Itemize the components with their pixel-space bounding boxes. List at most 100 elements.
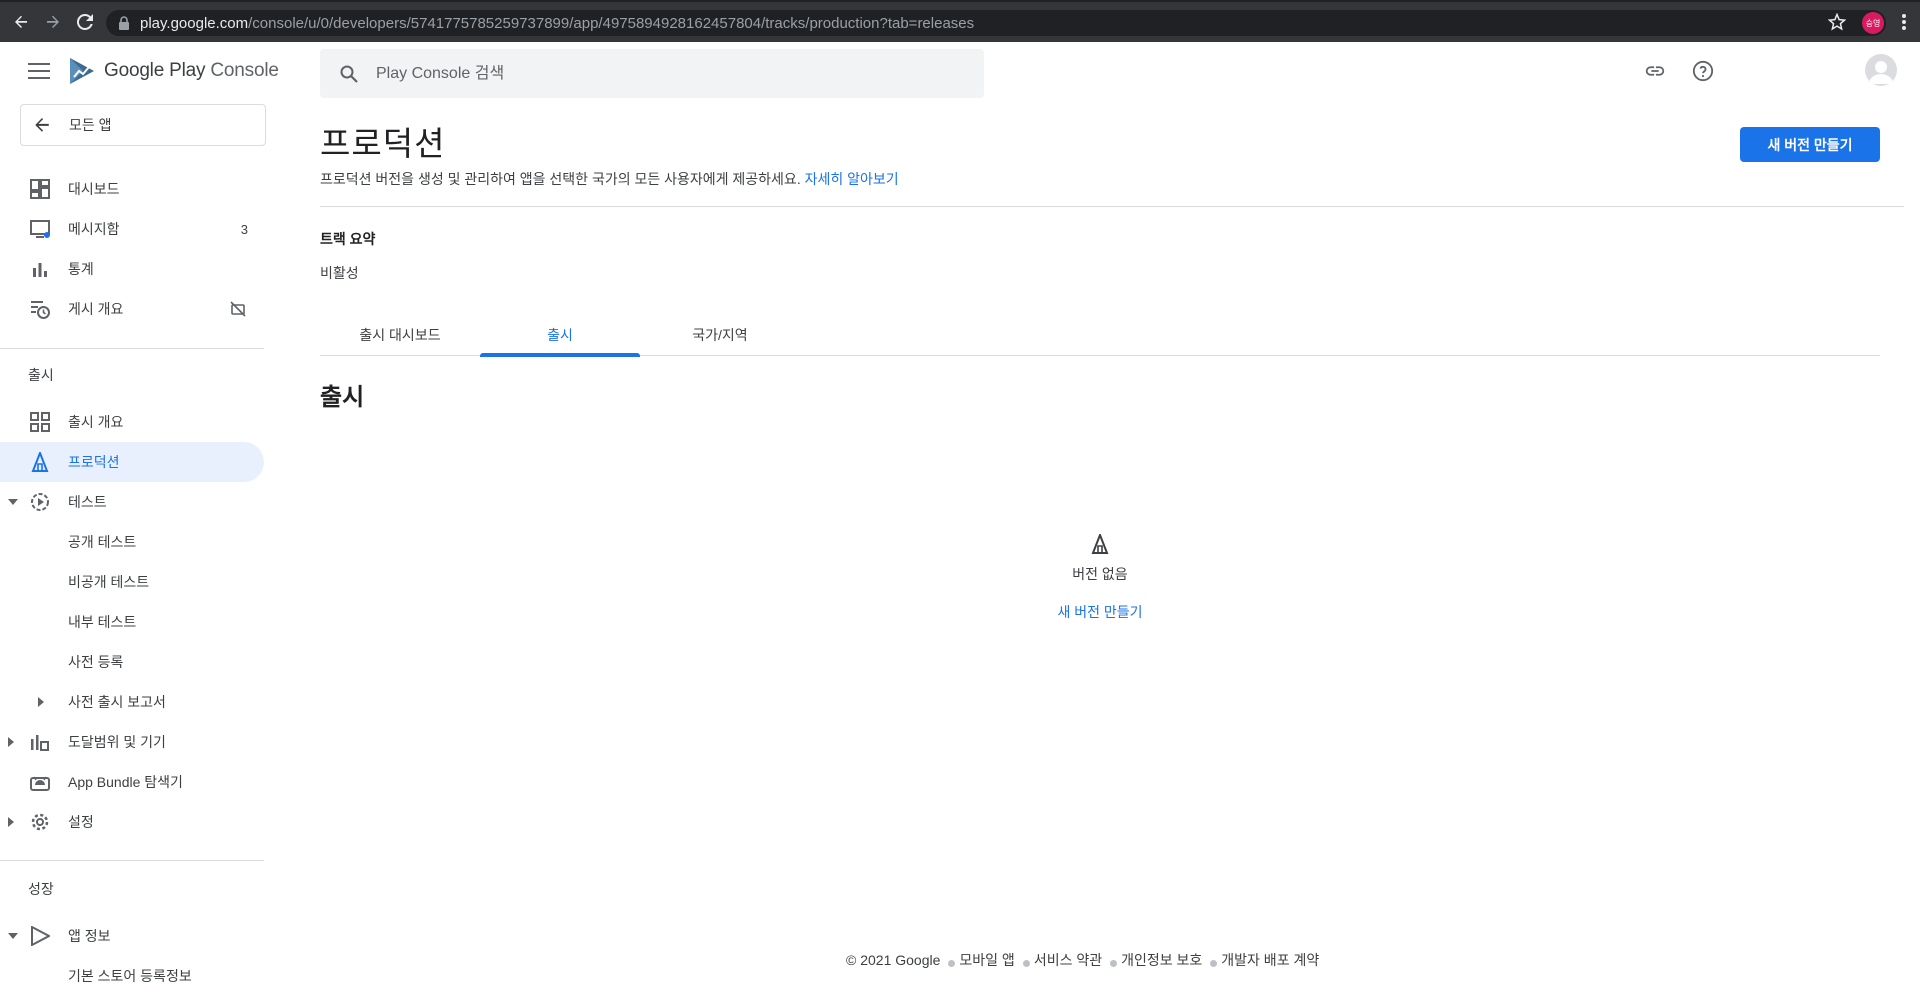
inbox-icon: [30, 220, 50, 238]
track-status: 비활성: [320, 265, 359, 281]
production-icon: [31, 452, 49, 472]
search-icon: [340, 65, 358, 83]
testing-icon: [31, 493, 49, 511]
dashboard-icon: [30, 179, 50, 199]
page-description-text: 프로덕션 버전을 생성 및 관리하여 앱을 선택한 국가의 모든 사용자에게 제…: [320, 171, 801, 187]
expand-caret-icon[interactable]: [8, 817, 14, 827]
lock-icon: [119, 16, 129, 30]
forward-icon[interactable]: [42, 11, 64, 33]
sidebar-item-label: 내부 테스트: [68, 614, 137, 630]
footer-link-distribution-agreement[interactable]: 개발자 배포 계약: [1221, 950, 1319, 970]
sidebar-item-production[interactable]: 프로덕션: [0, 442, 264, 482]
sidebar-item-closed-testing[interactable]: 비공개 테스트: [0, 562, 264, 602]
publishing-overview-icon: [31, 301, 50, 319]
sidebar-item-label: 테스트: [68, 494, 107, 510]
sidebar-item-open-testing[interactable]: 공개 테스트: [0, 522, 264, 562]
browser-menu-icon[interactable]: [1902, 14, 1906, 30]
sidebar-item-label: 통계: [68, 261, 94, 277]
tab-release-dashboard[interactable]: 출시 대시보드: [320, 314, 480, 356]
learn-more-link[interactable]: 자세히 알아보기: [805, 171, 899, 187]
account-avatar[interactable]: [1865, 54, 1897, 86]
sidebar-item-internal-testing[interactable]: 내부 테스트: [0, 602, 264, 642]
sidebar-section-growth: 성장: [28, 881, 54, 897]
sidebar-item-settings[interactable]: 설정: [0, 802, 264, 842]
sidebar-divider: [0, 348, 264, 349]
sidebar-item-label: 사전 등록: [68, 654, 124, 670]
all-apps-label: 모든 앱: [69, 117, 112, 133]
sidebar-divider: [0, 860, 264, 861]
expand-caret-icon[interactable]: [8, 737, 14, 747]
managed-publishing-off-icon: [230, 301, 246, 317]
all-apps-button[interactable]: 모든 앱: [20, 104, 266, 146]
expand-caret-icon[interactable]: [8, 499, 18, 505]
gear-icon: [31, 813, 49, 831]
header-divider: [320, 206, 1904, 207]
sidebar-item-label: 대시보드: [68, 181, 120, 197]
sidebar-item-label: 출시 개요: [68, 414, 124, 430]
play-console-logo-icon: [70, 58, 94, 84]
track-summary-title: 트랙 요약: [320, 231, 376, 247]
logo-console-text: Console: [210, 60, 279, 81]
sidebar-item-label: 메시지함: [68, 221, 120, 237]
page-title: 프로덕션: [320, 125, 446, 162]
link-icon[interactable]: [1644, 60, 1666, 82]
url-text: play.google.com/console/u/0/developers/5…: [140, 14, 975, 32]
sidebar-item-reach-devices[interactable]: 도달범위 및 기기: [0, 722, 264, 762]
sidebar-item-app-info[interactable]: 앱 정보: [0, 916, 264, 956]
bar-chart-icon: [33, 263, 47, 277]
sidebar-item-dashboard[interactable]: 대시보드: [0, 169, 264, 209]
page-description: 프로덕션 버전을 생성 및 관리하여 앱을 선택한 국가의 모든 사용자에게 제…: [320, 169, 899, 189]
sidebar-item-label: App Bundle 탐색기: [68, 774, 183, 790]
sidebar-item-label: 사전 출시 보고서: [68, 694, 166, 710]
sidebar-item-app-bundle-explorer[interactable]: App Bundle 탐색기: [0, 762, 264, 802]
sidebar-item-label: 설정: [68, 814, 94, 830]
arrow-back-icon: [35, 118, 49, 132]
footer-separator: [948, 959, 956, 967]
sidebar-item-label: 비공개 테스트: [68, 574, 150, 590]
expand-caret-icon[interactable]: [8, 933, 18, 939]
play-console-logo[interactable]: Google Play Console: [68, 56, 279, 86]
sidebar-item-testing[interactable]: 테스트: [0, 482, 264, 522]
sidebar-item-label: 공개 테스트: [68, 534, 137, 550]
play-store-icon: [31, 926, 50, 946]
sidebar-item-pre-launch-report[interactable]: 사전 출시 보고서: [0, 682, 264, 722]
footer-link-privacy[interactable]: 개인정보 보호: [1121, 950, 1202, 970]
tab-releases[interactable]: 출시: [480, 314, 640, 357]
sidebar-item-label: 프로덕션: [68, 454, 120, 470]
footer-link-terms[interactable]: 서비스 약관: [1034, 950, 1102, 970]
empty-state-text: 버전 없음: [1072, 566, 1128, 582]
sidebar-item-publishing-overview[interactable]: 게시 개요: [0, 289, 264, 329]
sidebar-item-label: 게시 개요: [68, 301, 124, 317]
sidebar-item-pre-registration[interactable]: 사전 등록: [0, 642, 264, 682]
bookmark-star-icon[interactable]: [1828, 13, 1846, 31]
empty-state-create-link[interactable]: 새 버전 만들기: [1000, 602, 1200, 622]
help-icon[interactable]: [1692, 60, 1714, 82]
tab-bar: 출시 대시보드 출시 국가/지역: [320, 314, 1880, 357]
tab-countries-regions[interactable]: 국가/지역: [640, 314, 800, 356]
sidebar-item-label: 앱 정보: [68, 928, 111, 944]
browser-profile-avatar[interactable]: 승영: [1862, 12, 1884, 34]
sidebar-section-release: 출시: [28, 367, 54, 383]
back-icon[interactable]: [10, 11, 32, 33]
footer: © 2021 Google 모바일 앱 서비스 약관 개인정보 보호 개발자 배…: [846, 950, 1319, 970]
release-overview-icon: [30, 412, 50, 432]
sidebar-item-release-overview[interactable]: 출시 개요: [0, 402, 264, 442]
footer-separator: [1022, 959, 1030, 967]
address-bar[interactable]: play.google.com/console/u/0/developers/5…: [106, 10, 1886, 36]
production-icon: [1091, 534, 1109, 554]
sidebar-item-main-store-listing[interactable]: 기본 스토어 등록정보: [0, 956, 264, 996]
logo-google-play-text: Google Play: [104, 60, 206, 81]
sidebar-item-statistics[interactable]: 통계: [0, 249, 264, 289]
create-release-button[interactable]: 새 버전 만들기: [1740, 127, 1880, 162]
sidebar-item-inbox[interactable]: 메시지함 3: [0, 209, 264, 249]
reload-icon[interactable]: [74, 11, 96, 33]
expand-caret-icon[interactable]: [38, 697, 44, 707]
search-bar[interactable]: [320, 49, 984, 98]
hamburger-menu-icon[interactable]: [28, 63, 50, 79]
search-input[interactable]: [376, 64, 936, 83]
footer-separator: [1210, 959, 1218, 967]
footer-copyright: © 2021 Google: [846, 952, 941, 968]
footer-link-mobile-app[interactable]: 모바일 앱: [959, 950, 1014, 970]
empty-state: 버전 없음 새 버전 만들기: [1000, 534, 1200, 622]
reach-devices-icon: [31, 735, 49, 751]
